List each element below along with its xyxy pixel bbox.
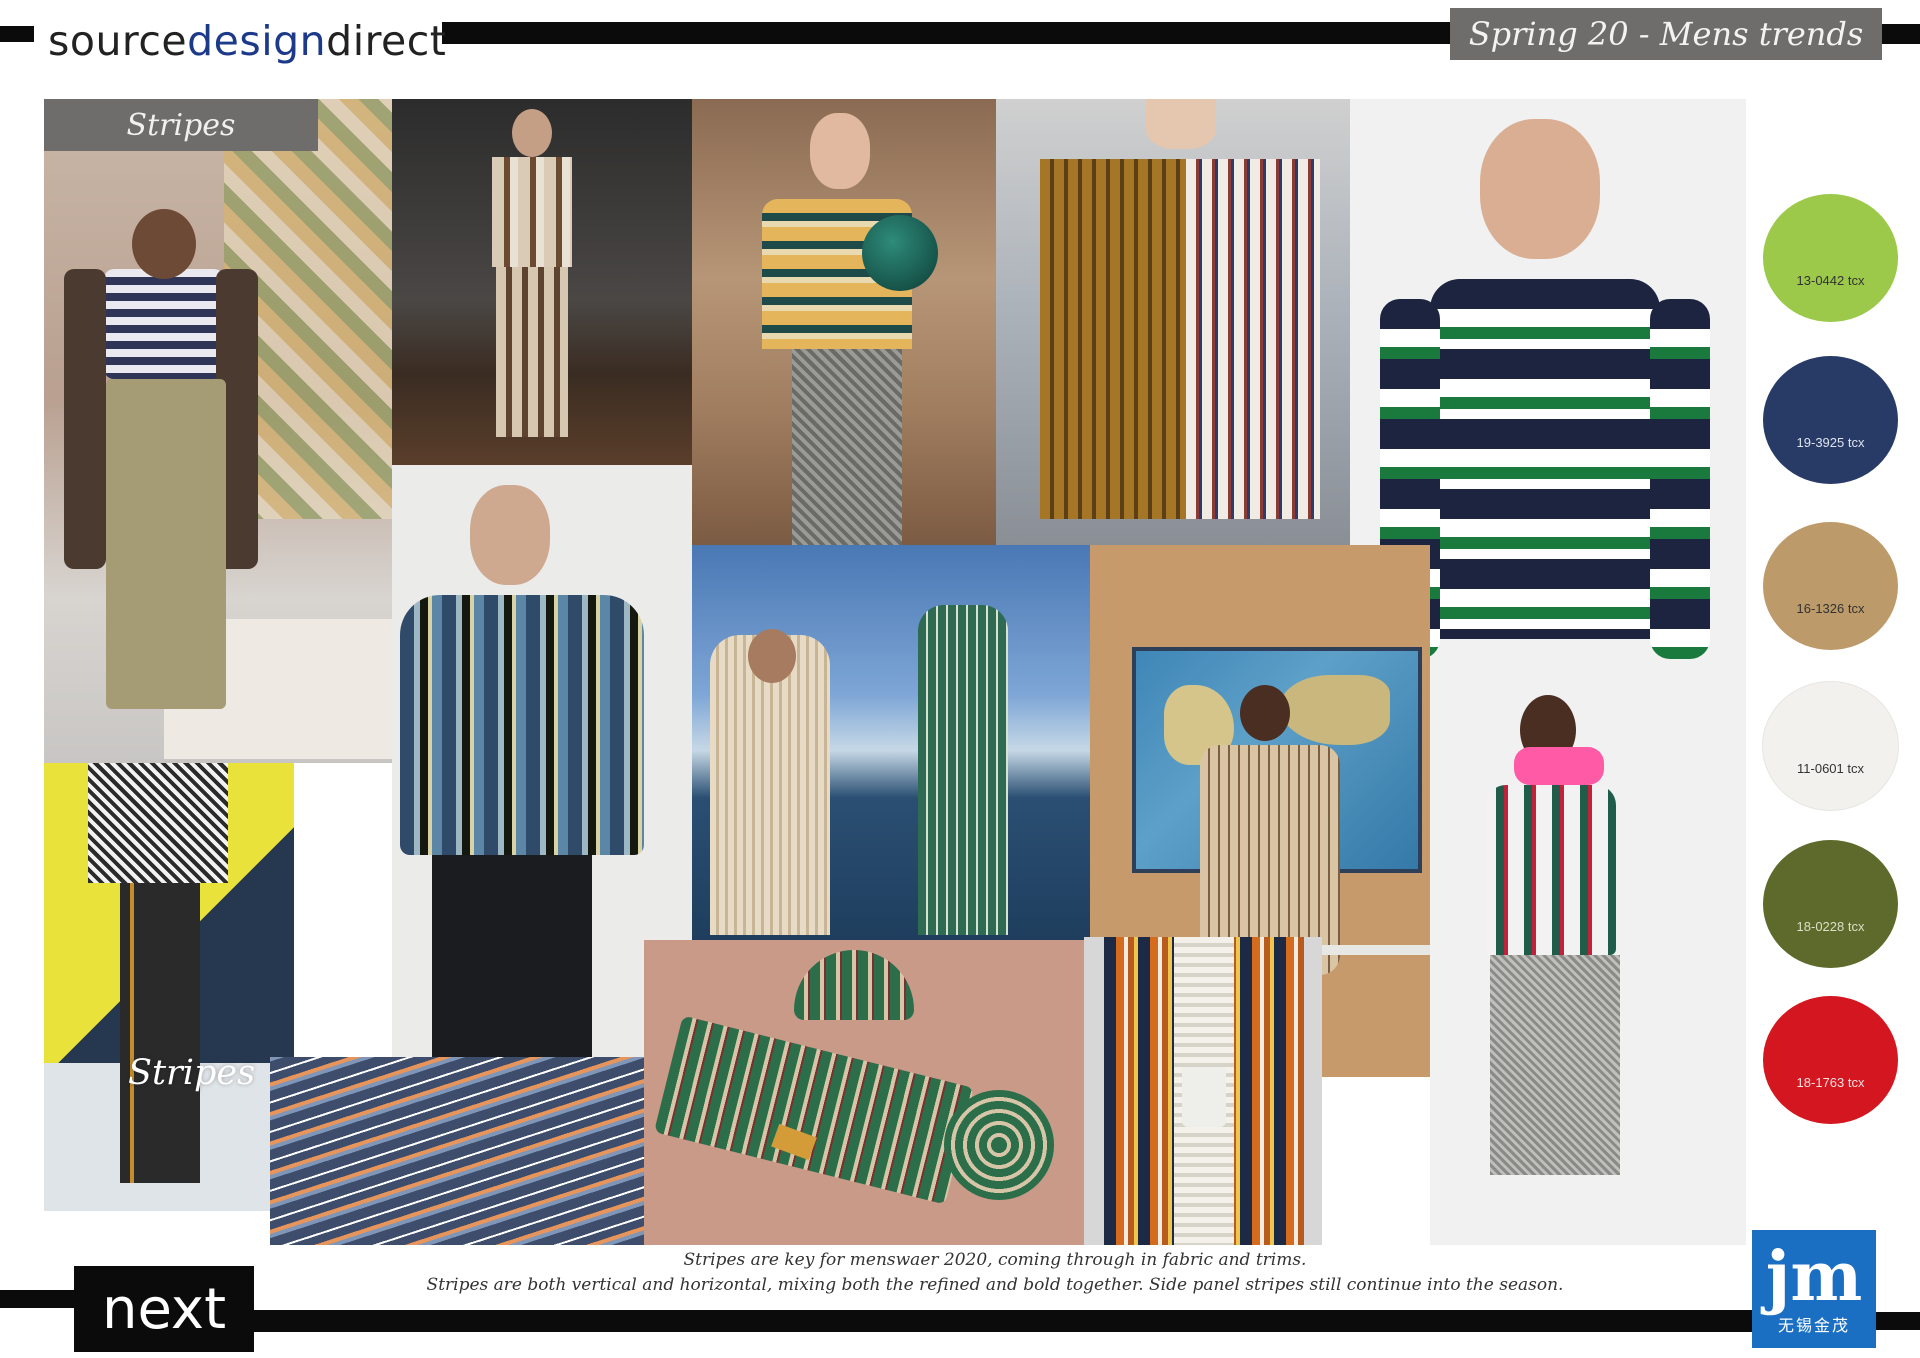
color-swatch: 16-1326 tcx bbox=[1763, 522, 1898, 650]
header-bar-end bbox=[1882, 24, 1920, 44]
swatch-code: 18-1763 tcx bbox=[1796, 1075, 1865, 1090]
brand-part-source: source bbox=[48, 17, 188, 65]
jm-logo-text: 无锡金茂 bbox=[1777, 1318, 1850, 1335]
swatch-code: 11-0601 tcx bbox=[1797, 761, 1864, 776]
photo-bowling-striped-tee bbox=[692, 99, 996, 545]
swatch-code: 13-0442 tcx bbox=[1796, 273, 1865, 288]
color-swatch: 18-0228 tcx bbox=[1763, 840, 1898, 968]
photo-stripe-fabric bbox=[270, 1057, 644, 1245]
brand-part-design: design bbox=[187, 17, 327, 65]
photo-stripe-sweater-pink-scarf bbox=[1430, 687, 1746, 1245]
photo-seaside-stripe-suits bbox=[692, 545, 1090, 940]
next-logo: next bbox=[74, 1266, 254, 1352]
swatch-code: 18-0228 tcx bbox=[1796, 919, 1865, 934]
swatch-code: 16-1326 tcx bbox=[1796, 601, 1865, 616]
color-swatch: 13-0442 tcx bbox=[1763, 194, 1898, 322]
swatch-code: 19-3925 tcx bbox=[1796, 435, 1865, 450]
brand-logo: sourcedesigndirect bbox=[48, 16, 446, 66]
footer-bar-main bbox=[254, 1310, 1752, 1332]
season-title: Spring 20 - Mens trends bbox=[1450, 8, 1882, 60]
footer-bar-end bbox=[1876, 1312, 1920, 1330]
trend-label-top: Stripes bbox=[44, 99, 318, 151]
photo-runway-stripe-hoodie bbox=[44, 99, 392, 763]
jm-logo-letters: jm bbox=[1765, 1237, 1863, 1317]
photo-striped-zipper-tape bbox=[1084, 937, 1322, 1245]
photo-striped-cap-scarf bbox=[644, 940, 1084, 1245]
caption-line-2: Stripes are both vertical and horizontal… bbox=[426, 1275, 1564, 1295]
photo-silk-stripe-suit bbox=[392, 99, 692, 465]
jm-logo: jm 无锡金茂 bbox=[1752, 1230, 1876, 1348]
footer-bar-left bbox=[0, 1290, 74, 1308]
photo-side-panel-stripe-trouser bbox=[44, 763, 294, 1211]
color-swatch: 18-1763 tcx bbox=[1763, 996, 1898, 1124]
trend-label-overlay: Stripes bbox=[128, 1053, 256, 1093]
header-bar-right bbox=[442, 22, 1450, 44]
color-swatch: 19-3925 tcx bbox=[1763, 356, 1898, 484]
photo-check-stripe-shirt bbox=[996, 99, 1350, 545]
brand-part-direct: direct bbox=[326, 17, 447, 65]
color-swatch: 11-0601 tcx bbox=[1763, 682, 1898, 810]
header-bar-left bbox=[0, 26, 34, 42]
caption-line-1: Stripes are key for menswaer 2020, comin… bbox=[683, 1250, 1307, 1270]
